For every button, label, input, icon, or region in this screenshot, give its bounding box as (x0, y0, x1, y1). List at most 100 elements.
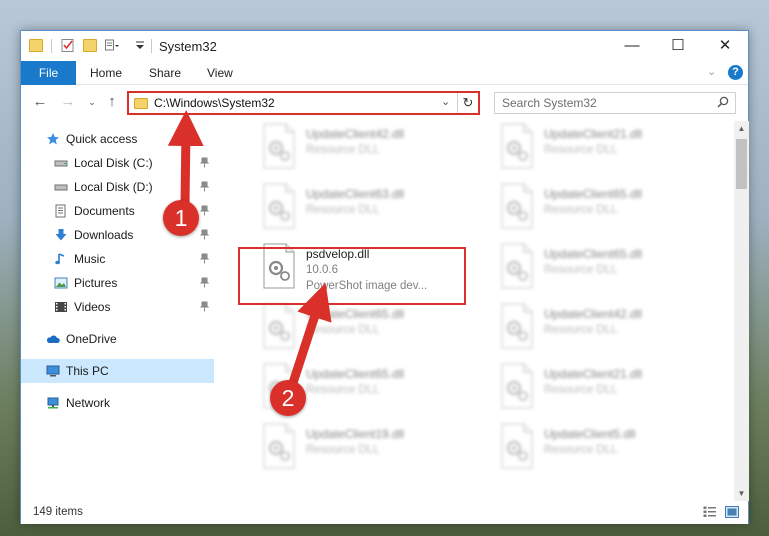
scroll-thumb[interactable] (736, 139, 747, 189)
back-button[interactable]: ← (31, 93, 49, 111)
file-name: UpdateClient65.dll (306, 367, 405, 381)
minimize-button[interactable]: — (609, 31, 655, 61)
search-placeholder: Search System32 (502, 96, 597, 110)
file-type: Resource DLL (544, 444, 618, 456)
nav-label: Quick access (66, 132, 138, 146)
nav-label: This PC (66, 364, 109, 378)
divider (151, 39, 152, 53)
forward-button[interactable]: → (59, 93, 77, 111)
file-name: UpdateClient19.dll (306, 427, 405, 441)
file-item[interactable]: UpdateClient63.dll Resource DLL (258, 179, 483, 235)
file-item[interactable]: UpdateClient5.dll Resource DLL (496, 419, 721, 475)
help-icon[interactable]: ? (728, 65, 743, 80)
folder-icon (29, 39, 43, 52)
pin-icon[interactable] (200, 157, 209, 168)
nav-label: Local Disk (D:) (74, 180, 153, 194)
nav-this-pc[interactable]: This PC (21, 359, 214, 383)
file-type: Resource DLL (306, 204, 380, 216)
nav-pictures[interactable]: Pictures (21, 271, 214, 295)
properties-icon[interactable] (61, 39, 75, 52)
nav-local-disk-d[interactable]: Local Disk (D:) (21, 175, 214, 199)
file-type: Resource DLL (306, 144, 380, 156)
pin-icon[interactable] (200, 181, 209, 192)
nav-onedrive[interactable]: OneDrive (21, 327, 214, 351)
pin-icon[interactable] (200, 301, 209, 312)
scroll-up-arrow[interactable]: ▲ (734, 121, 749, 136)
recent-locations-button[interactable]: ⌄ (83, 93, 101, 111)
file-type: Resource DLL (544, 264, 618, 276)
navigation-pane: Quick access Local Disk (C:) Local Disk … (21, 121, 214, 501)
computer-icon (46, 365, 60, 377)
nav-videos[interactable]: Videos (21, 295, 214, 319)
nav-label: OneDrive (66, 332, 117, 346)
nav-quick-access[interactable]: Quick access (21, 127, 214, 151)
refresh-button[interactable]: ↻ (457, 93, 478, 113)
file-item[interactable]: UpdateClient21.dll Resource DLL (496, 359, 721, 415)
nav-label: Music (74, 252, 106, 266)
search-input[interactable]: Search System32 (494, 92, 736, 114)
details-view-icon[interactable] (703, 506, 717, 518)
tab-home[interactable]: Home (90, 61, 122, 85)
file-name: UpdateClient5.dll (544, 427, 636, 441)
chevron-down-icon[interactable]: ⌄ (441, 95, 450, 108)
file-explorer-window: System32 — ☐ ✕ File Home Share View ⌄ ? … (20, 30, 749, 524)
dll-file-icon (500, 123, 534, 169)
up-button[interactable]: ↑ (103, 93, 121, 111)
nav-label: Downloads (74, 228, 134, 242)
file-type: Resource DLL (306, 384, 380, 396)
ribbon: File Home Share View ⌄ ? (21, 61, 748, 85)
music-icon (55, 253, 65, 265)
file-item[interactable]: UpdateClient65.dll Resource DLL (258, 299, 483, 355)
pin-icon[interactable] (200, 205, 209, 216)
file-item[interactable]: UpdateClient42.dll Resource DLL (258, 121, 483, 175)
tab-share[interactable]: Share (149, 61, 181, 85)
expand-ribbon-icon[interactable]: ⌄ (707, 65, 716, 78)
window-title: System32 (159, 39, 217, 54)
nav-label: Pictures (74, 276, 118, 290)
file-name: UpdateClient21.dll (544, 367, 643, 381)
new-folder-icon[interactable] (83, 39, 97, 52)
address-bar[interactable]: C:\Windows\System32 ⌄ ↻ (127, 91, 480, 115)
file-name: UpdateClient63.dll (306, 187, 405, 201)
search-icon[interactable] (717, 96, 729, 108)
file-name: UpdateClient65.dll (306, 307, 405, 321)
pin-icon[interactable] (200, 229, 209, 240)
drive-icon (54, 160, 68, 167)
file-item[interactable]: UpdateClient42.dll Resource DLL (496, 299, 721, 355)
large-icons-view-icon[interactable] (725, 506, 739, 518)
file-item[interactable]: UpdateClient65.dll Resource DLL (496, 239, 721, 295)
status-bar: 149 items (21, 501, 748, 524)
dll-file-icon (500, 183, 534, 229)
dll-file-icon (262, 303, 296, 349)
drive-icon (54, 184, 68, 191)
close-button[interactable]: ✕ (702, 31, 748, 61)
dll-file-icon (500, 303, 534, 349)
tab-file[interactable]: File (21, 61, 76, 85)
dll-file-icon (500, 363, 534, 409)
dll-file-icon (500, 423, 534, 469)
dll-file-icon (262, 183, 296, 229)
maximize-button[interactable]: ☐ (655, 31, 701, 61)
vertical-scrollbar[interactable]: ▲ ▼ (734, 121, 749, 501)
network-icon (47, 397, 59, 409)
pin-icon[interactable] (200, 253, 209, 264)
file-item[interactable]: UpdateClient21.dll Resource DLL (496, 121, 721, 175)
dll-file-icon (500, 243, 534, 289)
pictures-icon (54, 277, 68, 289)
step-1-badge: 1 (163, 200, 199, 236)
address-path[interactable]: C:\Windows\System32 (154, 96, 275, 110)
videos-icon (55, 302, 67, 312)
file-name: UpdateClient65.dll (544, 247, 643, 261)
nav-local-disk-c[interactable]: Local Disk (C:) (21, 151, 214, 175)
file-name: UpdateClient42.dll (306, 127, 405, 141)
file-type: Resource DLL (544, 384, 618, 396)
nav-music[interactable]: Music (21, 247, 214, 271)
chevron-down-icon[interactable] (133, 39, 147, 52)
file-item[interactable]: UpdateClient65.dll Resource DLL (496, 179, 721, 235)
tab-view[interactable]: View (207, 61, 233, 85)
nav-network[interactable]: Network (21, 391, 214, 415)
scroll-down-arrow[interactable]: ▼ (734, 486, 749, 501)
quick-access-customize-icon[interactable] (105, 39, 119, 52)
file-item[interactable]: UpdateClient19.dll Resource DLL (258, 419, 483, 475)
pin-icon[interactable] (200, 277, 209, 288)
